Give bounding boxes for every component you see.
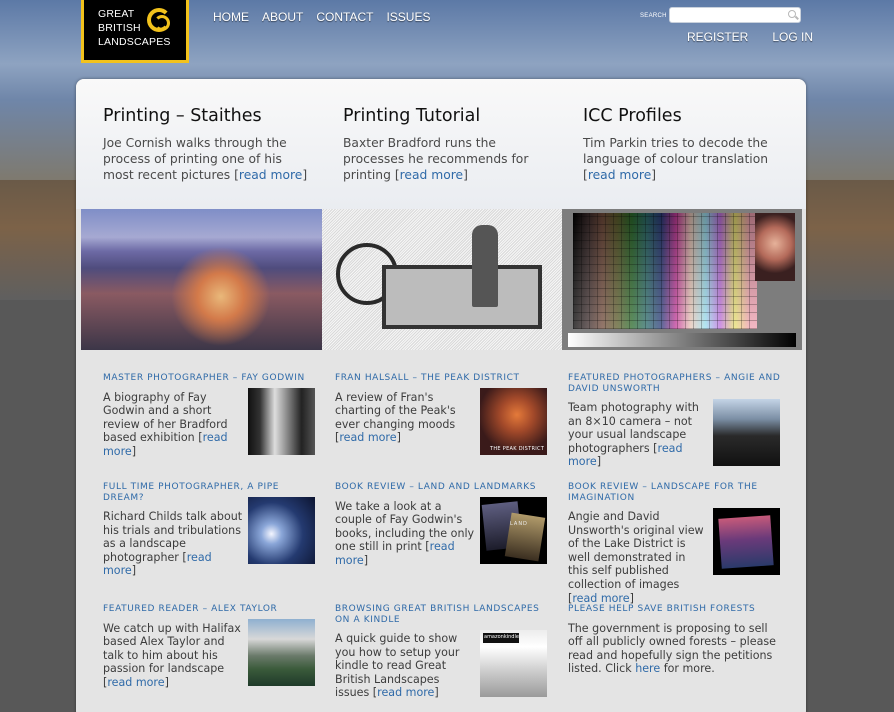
search-icon[interactable] — [788, 10, 796, 18]
nav-issues[interactable]: ISSUES — [386, 10, 430, 24]
article-richard-childs: FULL TIME PHOTOGRAPHER, A PIPE DREAM? Ri… — [103, 482, 318, 578]
childs-thumbnail[interactable] — [248, 497, 315, 564]
article-fran-halsall: FRAN HALSALL – THE PEAK DISTRICT A revie… — [335, 373, 550, 455]
read-more-link[interactable]: read more — [400, 168, 463, 182]
article-kindle: BROWSING GREAT BRITISH LANDSCAPES ON A K… — [335, 604, 550, 700]
thumb-caption: amazonkindle — [484, 634, 519, 640]
godwin-books-thumbnail[interactable]: LAND — [480, 497, 547, 564]
article-landscape-imagination: BOOK REVIEW – LANDSCAPE FOR THE IMAGINAT… — [568, 482, 783, 605]
article-summary: We take a look at a couple of Fay Godwin… — [335, 499, 475, 567]
featured-summary: Baxter Bradford runs the processes he re… — [343, 136, 529, 182]
article-fay-godwin: MASTER PHOTOGRAPHER – FAY GODWIN A biogr… — [103, 373, 318, 458]
thumb-caption: THE PEAK DISTRICT — [490, 446, 545, 452]
featured-summary: Joe Cornish walks through the process of… — [103, 136, 308, 182]
greyscale-ramp — [568, 333, 796, 347]
featured-summary: Tim Parkin tries to decode the language … — [583, 136, 769, 182]
read-more-link[interactable]: read more — [588, 168, 651, 182]
nav-home[interactable]: HOME — [213, 10, 249, 24]
featured-article-printing-tutorial: Printing Tutorial Baxter Bradford runs t… — [343, 106, 548, 183]
article-heading[interactable]: BROWSING GREAT BRITISH LANDSCAPES ON A K… — [335, 604, 550, 625]
staithes-photo[interactable] — [81, 209, 322, 350]
logo-line-3: LANDSCAPES — [98, 36, 171, 48]
article-summary: A quick guide to show you how to setup y… — [335, 632, 460, 700]
colour-patches — [573, 213, 757, 329]
featured-title[interactable]: Printing Tutorial — [343, 106, 548, 126]
thumb-caption: LAND — [510, 521, 528, 527]
search-box — [669, 7, 801, 27]
nav-about[interactable]: ABOUT — [262, 10, 303, 24]
search-input[interactable] — [670, 13, 780, 27]
article-save-forests: PLEASE HELP SAVE BRITISH FORESTS The gov… — [568, 604, 783, 676]
read-more-link[interactable]: read more — [572, 592, 629, 605]
content-panel: Printing – Staithes Joe Cornish walks th… — [76, 79, 806, 712]
article-heading[interactable]: PLEASE HELP SAVE BRITISH FORESTS — [568, 604, 783, 615]
article-heading[interactable]: BOOK REVIEW – LANDSCAPE FOR THE IMAGINAT… — [568, 482, 783, 503]
article-alex-taylor: FEATURED READER – ALEX TAYLOR We catch u… — [103, 604, 318, 689]
featured-image-strip — [81, 209, 802, 350]
article-summary: We catch up with Halifax based Alex Tayl… — [103, 621, 241, 689]
logo-line-1: GREAT — [98, 8, 135, 20]
press-operator — [472, 225, 498, 307]
site-logo[interactable]: GREAT BRITISH LANDSCAPES — [81, 0, 189, 63]
article-summary: A review of Fran's charting of the Peak'… — [335, 390, 456, 445]
featured-article-icc-profiles: ICC Profiles Tim Parkin tries to decode … — [583, 106, 788, 183]
read-more-link[interactable]: read more — [107, 676, 164, 689]
logo-swirl-icon — [147, 8, 171, 32]
portrait-patch — [755, 213, 795, 281]
article-summary: Angie and David Unsworth's original view… — [568, 510, 704, 605]
login-link[interactable]: LOG IN — [772, 30, 813, 44]
article-heading[interactable]: FEATURED PHOTOGRAPHERS – ANGIE AND DAVID… — [568, 373, 783, 394]
search-label: SEARCH — [640, 13, 667, 19]
article-heading[interactable]: FEATURED READER – ALEX TAYLOR — [103, 604, 318, 615]
printing-press-engraving[interactable] — [322, 209, 562, 350]
alex-taylor-thumbnail[interactable] — [248, 619, 315, 686]
read-more-link[interactable]: read more — [339, 431, 396, 444]
nav-contact[interactable]: CONTACT — [316, 10, 373, 24]
unsworth-thumbnail[interactable] — [713, 399, 780, 466]
here-link[interactable]: here — [635, 662, 660, 675]
article-summary: The government is proposing to sell off … — [568, 621, 776, 676]
article-summary: Richard Childs talk about his trials and… — [103, 510, 243, 578]
article-heading[interactable]: BOOK REVIEW – LAND AND LANDMARKS — [335, 482, 550, 493]
featured-article-staithes: Printing – Staithes Joe Cornish walks th… — [103, 106, 308, 183]
kindle-thumbnail[interactable]: amazonkindle — [480, 630, 547, 697]
register-link[interactable]: REGISTER — [687, 30, 748, 44]
peak-district-thumbnail[interactable]: THE PEAK DISTRICT — [480, 388, 547, 455]
logo-line-2: BRITISH — [98, 22, 141, 34]
featured-title[interactable]: Printing – Staithes — [103, 106, 308, 126]
article-heading[interactable]: MASTER PHOTOGRAPHER – FAY GODWIN — [103, 373, 318, 384]
main-nav: HOME ABOUT CONTACT ISSUES — [213, 10, 430, 24]
article-land-and-landmarks: BOOK REVIEW – LAND AND LANDMARKS We take… — [335, 482, 550, 567]
featured-articles: Printing – Staithes Joe Cornish walks th… — [76, 79, 806, 209]
article-heading[interactable]: FRAN HALSALL – THE PEAK DISTRICT — [335, 373, 550, 384]
read-more-link[interactable]: read more — [377, 686, 434, 699]
article-unsworth: FEATURED PHOTOGRAPHERS – ANGIE AND DAVID… — [568, 373, 783, 469]
featured-title[interactable]: ICC Profiles — [583, 106, 788, 126]
article-summary: Team photography with an 8×10 camera – n… — [568, 401, 699, 469]
lake-district-book-thumbnail[interactable] — [713, 508, 780, 575]
icc-colour-chart[interactable] — [562, 209, 802, 350]
account-links: REGISTER LOG IN — [687, 30, 813, 44]
article-summary: A biography of Fay Godwin and a short re… — [103, 390, 228, 458]
press-frame — [382, 265, 542, 329]
read-more-link[interactable]: read more — [239, 168, 302, 182]
fay-godwin-thumbnail[interactable] — [248, 388, 315, 455]
